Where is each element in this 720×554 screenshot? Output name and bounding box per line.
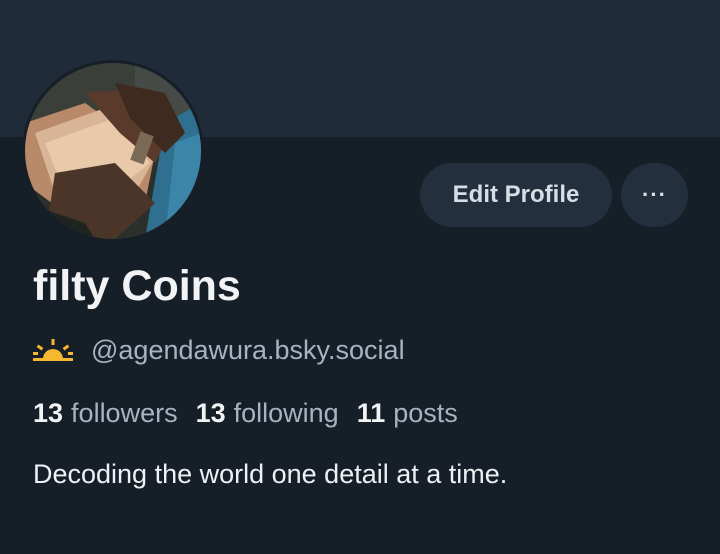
handle-row: @agendawura.bsky.social (33, 333, 405, 367)
avatar-image (25, 63, 201, 239)
edit-profile-button[interactable]: Edit Profile (420, 163, 612, 227)
posts-label: posts (393, 397, 458, 428)
display-name: filty Coins (33, 262, 241, 310)
following-stat[interactable]: 13 following (196, 398, 339, 429)
stats-row: 13 followers 13 following 11 posts (33, 396, 476, 430)
profile-bio: Decoding the world one detail at a time. (33, 459, 508, 489)
handle: @agendawura.bsky.social (91, 334, 405, 365)
following-label: following (233, 397, 339, 428)
more-icon: ··· (642, 182, 667, 207)
posts-count: 11 (356, 397, 386, 428)
posts-stat: 11 posts (357, 398, 458, 429)
following-count: 13 (195, 397, 226, 428)
more-options-button[interactable]: ··· (621, 163, 688, 227)
followers-count: 13 (33, 397, 64, 428)
followers-stat[interactable]: 13 followers (33, 398, 178, 429)
profile-page: Edit Profile ··· filty Coins @agendawura… (0, 0, 720, 554)
edit-profile-label: Edit Profile (452, 181, 580, 208)
followers-label: followers (71, 397, 178, 428)
avatar[interactable] (22, 60, 204, 242)
sunrise-icon (33, 339, 73, 361)
